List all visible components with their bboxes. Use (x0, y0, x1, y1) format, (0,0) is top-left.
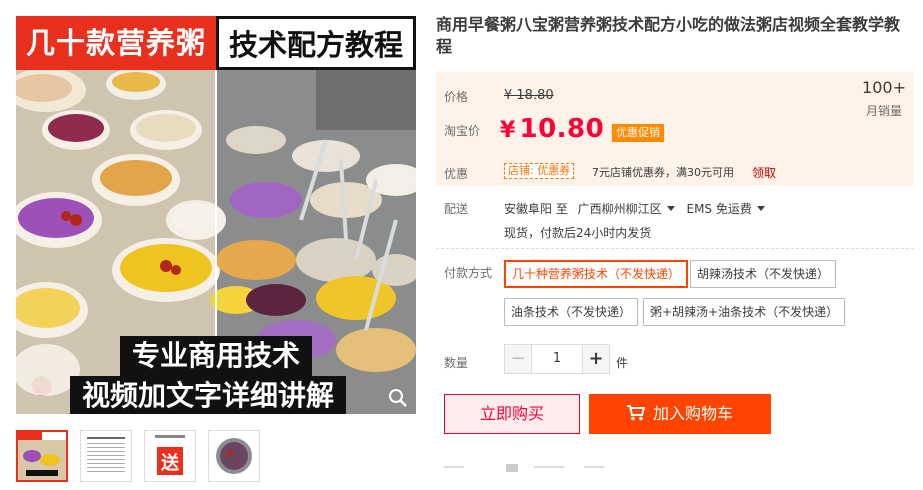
add-to-cart-button[interactable]: 加入购物车 (589, 394, 771, 434)
buy-now-button[interactable]: 立即购买 (444, 394, 580, 434)
product-page: 几十款营养粥 技术配方教程 专业商用技术 视频加文字详细讲解 送 商用早餐粥八宝… (0, 0, 923, 490)
chevron-down-icon (666, 206, 675, 211)
thumbnail-2[interactable] (80, 430, 132, 482)
promo-badge: 优惠促销 (612, 124, 664, 142)
payment-label: 付款方式 (444, 266, 493, 280)
quantity-unit: 件 (616, 356, 629, 370)
add-to-cart-label: 加入购物车 (652, 404, 733, 423)
thumbnail-4[interactable] (208, 430, 260, 482)
thumbnail-3[interactable]: 送 (144, 430, 196, 482)
main-product-image[interactable]: 几十款营养粥 技术配方教程 专业商用技术 视频加文字详细讲解 (16, 16, 416, 414)
quantity-stepper: − 1 + (504, 344, 610, 374)
cart-icon (626, 405, 646, 421)
banner-right-text: 技术配方教程 (216, 16, 416, 70)
original-price: ¥ 18.80 (504, 88, 554, 103)
increase-quantity-button[interactable]: + (583, 345, 609, 373)
magnifier-icon[interactable] (388, 388, 408, 408)
chevron-down-icon (756, 206, 765, 211)
shipping-method-dropdown[interactable]: EMS 免运费 (687, 202, 773, 216)
thumbnail-strip: 送 (16, 430, 260, 482)
monthly-sales-label: 月销量 (865, 104, 902, 118)
store-coupon-badge: 店铺: 优惠券 (504, 163, 575, 179)
product-title: 商用早餐粥八宝粥营养粥技术配方小吃的做法粥店视频全套教学教程 (436, 15, 901, 56)
quantity-input[interactable]: 1 (531, 345, 583, 373)
faded-service-row (444, 464, 604, 472)
thumbnail-1[interactable] (16, 430, 68, 482)
option-porridge[interactable]: 几十种营养粥技术（不发快递） (504, 260, 689, 288)
option-hula-soup[interactable]: 胡辣汤技术（不发快递） (690, 260, 837, 288)
coupon-description: 7元店铺优惠券，满30元可用 (592, 166, 734, 179)
ship-to-dropdown[interactable]: 广西柳州柳江区 (578, 202, 687, 216)
coupon-label: 优惠 (444, 167, 469, 181)
shipping-method-text: EMS 免运费 (686, 202, 752, 216)
shipping-label: 配送 (444, 202, 469, 216)
quantity-label: 数量 (444, 356, 469, 370)
thumbnail-3-text: 送 (160, 452, 180, 474)
monthly-sales-count: 100+ (862, 78, 906, 97)
section-divider (436, 248, 914, 249)
sale-price-value: 10.80 (519, 114, 605, 144)
option-youtiao[interactable]: 油条技术（不发快递） (504, 298, 639, 326)
image-caption-line2: 视频加文字详细讲解 (70, 376, 347, 414)
decrease-quantity-button[interactable]: − (505, 345, 531, 373)
option-combo[interactable]: 粥+胡辣汤+油条技术（不发快递） (643, 298, 846, 326)
image-banner: 几十款营养粥 技术配方教程 (16, 16, 416, 70)
price-panel: 价格 ¥ 18.80 淘宝价 ¥ 10.80 优惠促销 100+ 月销量 优惠 … (436, 72, 914, 186)
currency-symbol: ¥ (500, 118, 516, 143)
claim-coupon-link[interactable]: 领取 (752, 164, 776, 181)
taobao-price-label: 淘宝价 (444, 124, 481, 138)
banner-left-text: 几十款营养粥 (16, 16, 216, 70)
image-caption-line1: 专业商用技术 (120, 336, 313, 376)
ship-from: 安徽阜阳 至 (504, 202, 568, 216)
shipping-note: 现货，付款后24小时内发货 (504, 226, 652, 240)
ship-to-text: 广西柳州柳江区 (577, 202, 662, 216)
sale-price: ¥ 10.80 (500, 114, 604, 144)
shipping-info: 安徽阜阳 至 广西柳州柳江区 EMS 免运费 (504, 200, 773, 217)
price-label: 价格 (444, 90, 469, 104)
